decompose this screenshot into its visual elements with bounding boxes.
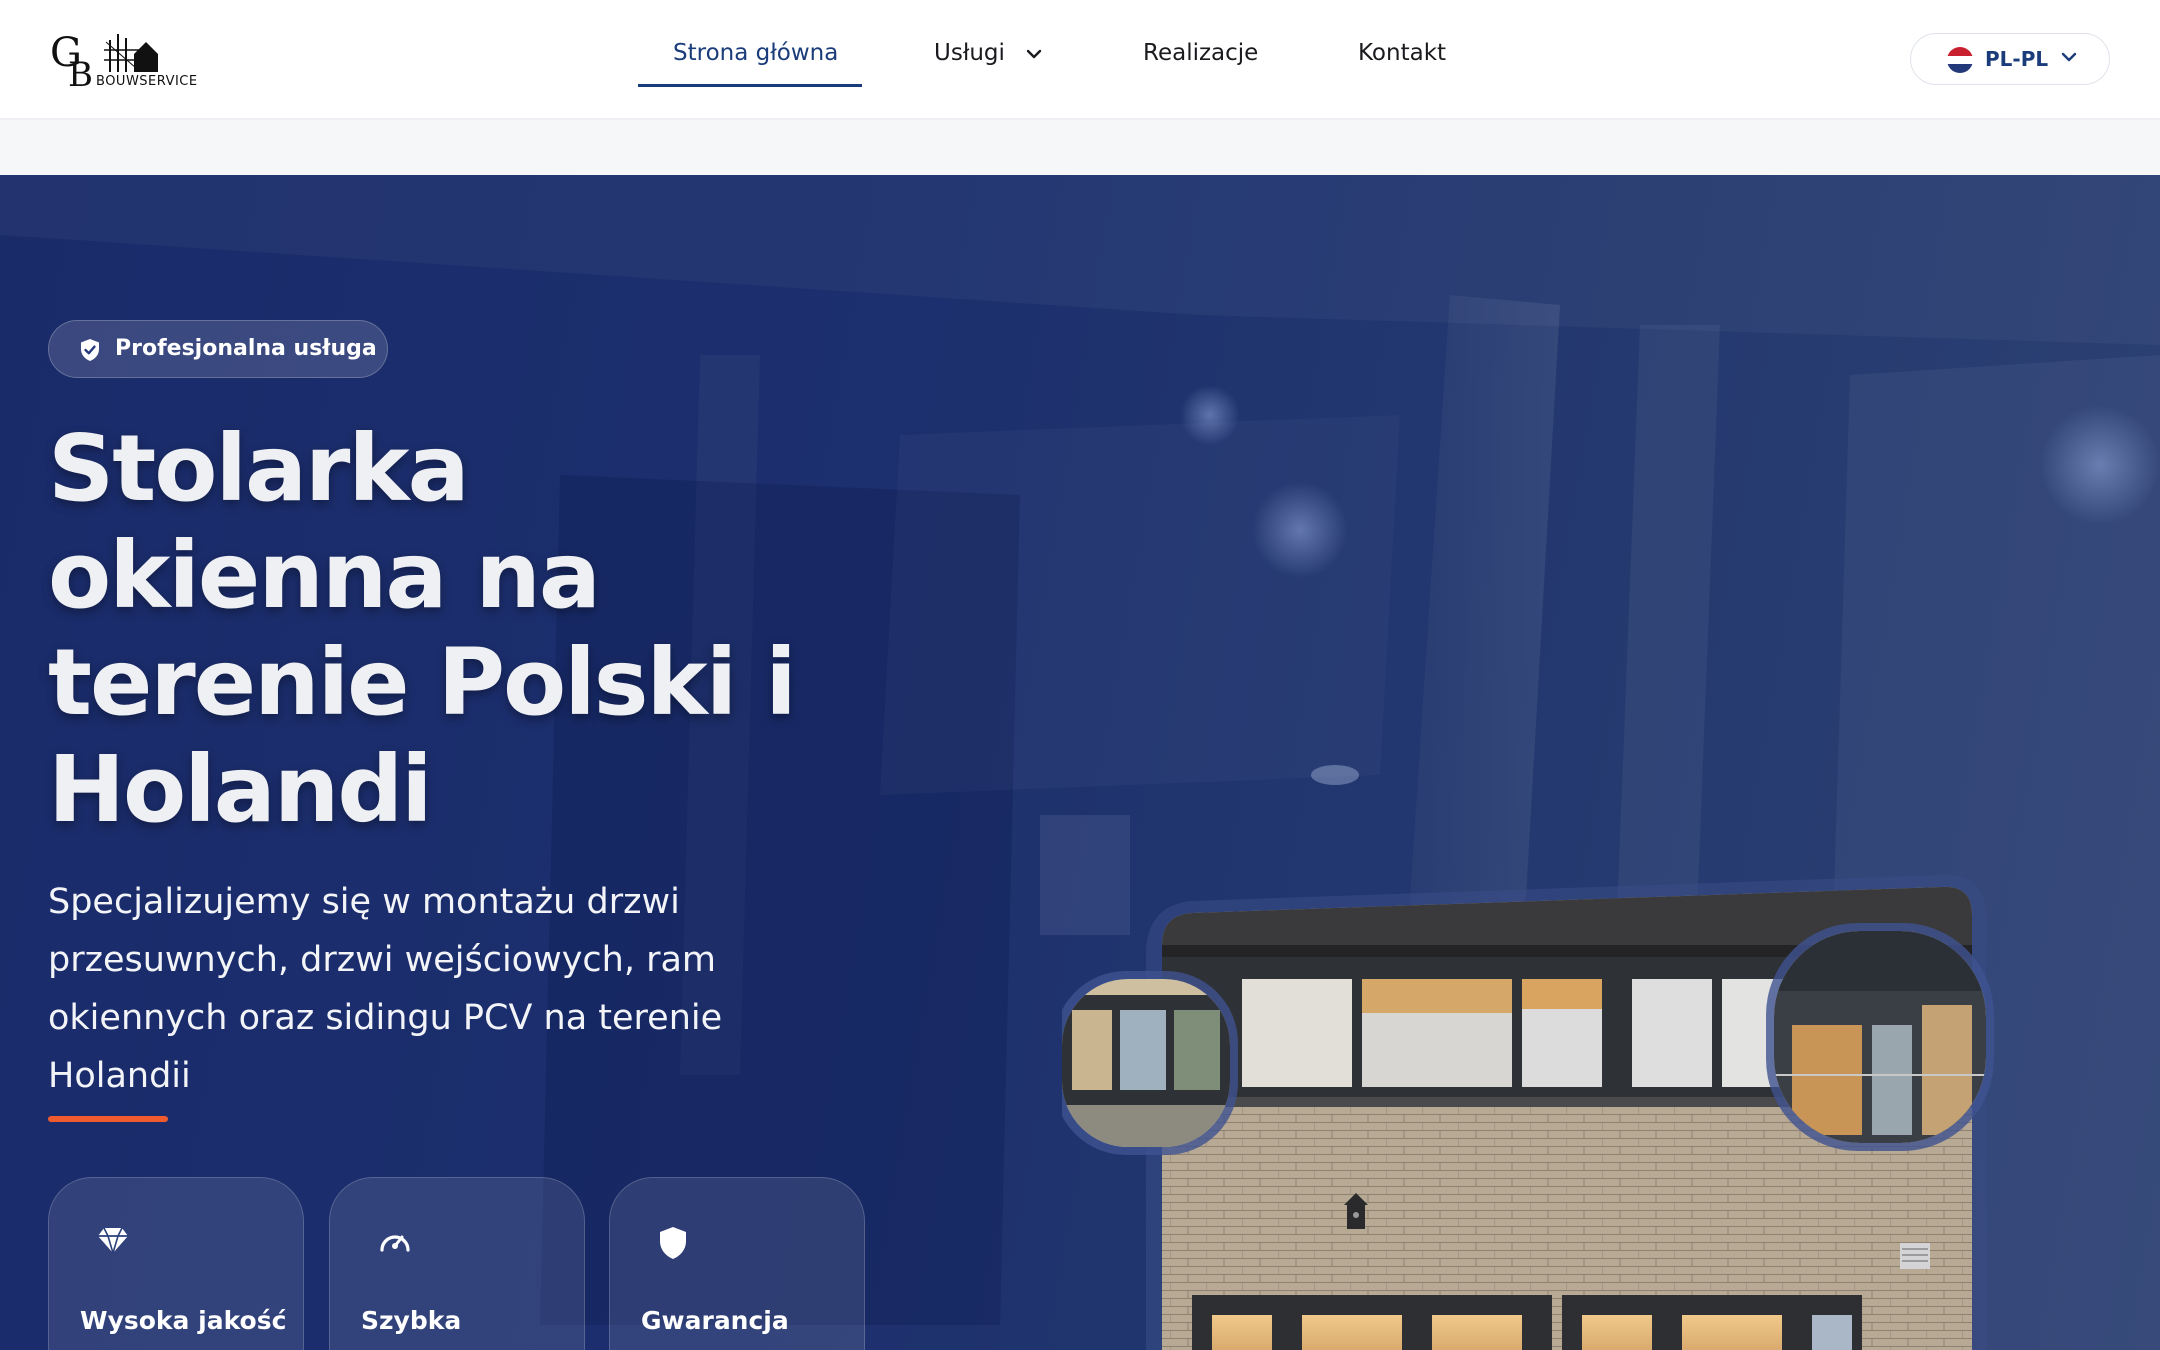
shield-icon	[660, 1227, 686, 1259]
speedometer-icon	[380, 1235, 410, 1252]
logo[interactable]: G B BOUWSERVICE	[50, 28, 200, 95]
house-photo-collage	[1062, 875, 1994, 1350]
feature-label: Wysoka jakość	[80, 1306, 287, 1335]
language-selector[interactable]: PL-PL	[1910, 33, 2110, 85]
diamond-icon	[98, 1227, 128, 1254]
feature-card-quality: Wysoka jakość	[48, 1177, 304, 1350]
svg-text:B: B	[68, 55, 93, 92]
house-thumbnail-right	[1774, 931, 1986, 1143]
nav-item-realizations[interactable]: Realizacje	[1143, 40, 1258, 66]
nav-item-contact[interactable]: Kontakt	[1358, 40, 1446, 66]
site-header: G B BOUWSERVICE Strona główna Usługi Rea…	[0, 0, 2160, 120]
nav-item-home[interactable]: Strona główna	[673, 40, 838, 66]
hero-subtitle: Specjalizujemy się w montażu drzwi przes…	[48, 882, 723, 1096]
feature-label: Szybka	[361, 1306, 462, 1335]
feature-label: Gwarancja	[641, 1306, 789, 1335]
badge-label: Profesjonalna usługa	[115, 336, 377, 361]
house-thumbnail-left	[1062, 979, 1230, 1147]
nav-item-services[interactable]: Usługi	[934, 40, 1042, 66]
feature-card-warranty: Gwarancja	[609, 1177, 865, 1350]
chevron-down-icon	[1027, 49, 1042, 58]
netherlands-flag-icon	[1947, 47, 1973, 73]
nav-active-indicator	[638, 84, 862, 87]
hero-section: Profesjonalna usługa Stolarka okienna na…	[0, 175, 2160, 1350]
professional-service-badge: Profesjonalna usługa	[48, 320, 388, 378]
shield-check-icon	[81, 339, 99, 361]
nav-item-services-label: Usługi	[934, 40, 1005, 66]
accent-divider	[48, 1116, 168, 1122]
hero-title: Stolarka okienna na terenie Polski i Hol…	[48, 415, 797, 843]
feature-card-speed: Szybka	[329, 1177, 585, 1350]
logo-text: BOUWSERVICE	[96, 74, 198, 89]
chevron-down-icon	[2061, 52, 2077, 62]
language-label: PL-PL	[1985, 47, 2049, 71]
header-subbar	[0, 120, 2160, 175]
